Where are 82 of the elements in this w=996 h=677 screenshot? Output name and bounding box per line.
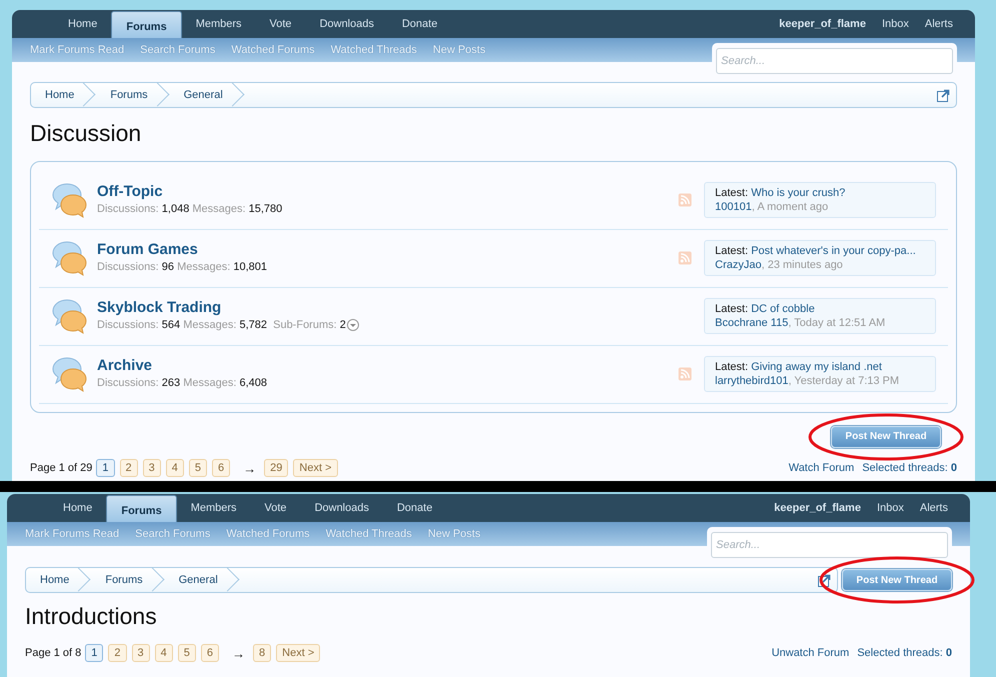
page-link[interactable]: 6 bbox=[212, 459, 230, 478]
latest-label: Latest: bbox=[715, 245, 748, 258]
selected-threads-link[interactable]: Selected threads: 0 bbox=[857, 645, 952, 662]
latest-label: Latest: bbox=[715, 361, 748, 374]
breadcrumb-link[interactable]: Home bbox=[31, 83, 96, 107]
next-page-link[interactable]: Next > bbox=[293, 459, 338, 478]
page-link[interactable]: 5 bbox=[178, 644, 196, 662]
breadcrumb-link[interactable]: Home bbox=[26, 568, 92, 592]
thread-link[interactable]: Giving away my island .net bbox=[751, 361, 882, 374]
search-field[interactable]: Search... bbox=[716, 48, 953, 74]
username-link[interactable]: CrazyJao bbox=[715, 259, 762, 272]
thread-link[interactable]: DC of cobble bbox=[751, 303, 815, 316]
watch-forum-link[interactable]: Watch Forum bbox=[788, 460, 854, 477]
nav-link[interactable]: Inbox bbox=[868, 497, 912, 519]
page-link[interactable]: 2 bbox=[120, 459, 138, 478]
search-field[interactable]: Search... bbox=[711, 532, 948, 558]
username-link[interactable]: 100101 bbox=[715, 201, 752, 214]
speech-bubbles-icon bbox=[51, 181, 89, 220]
breadcrumb-link[interactable]: Forums bbox=[96, 83, 170, 107]
nav-tab[interactable]: Vote bbox=[256, 13, 306, 35]
forum-stats: Discussions: 564 Messages: 5,782 Sub-Forums: 2 bbox=[97, 318, 346, 334]
nav-tab[interactable]: Forums bbox=[106, 495, 177, 522]
nav-link[interactable]: Alerts bbox=[912, 497, 956, 519]
post-time: , Today at 12:51 AM bbox=[788, 317, 886, 330]
forum-stats: Discussions: 1,048 Messages: 15,780 bbox=[97, 202, 282, 218]
selected-threads-link[interactable]: Selected threads: 0 bbox=[862, 460, 957, 477]
page-count: Page 1 of 8 bbox=[25, 646, 82, 662]
page-link[interactable]: 1 bbox=[96, 459, 115, 478]
username-link[interactable]: keeper_of_flame bbox=[771, 13, 874, 35]
nav-tab[interactable]: Donate bbox=[382, 497, 446, 519]
nav-tab[interactable]: Home bbox=[49, 497, 106, 519]
breadcrumb-link[interactable]: Forums bbox=[91, 568, 165, 592]
username-link[interactable]: larrythebird101 bbox=[715, 375, 788, 388]
post-time: , Yesterday at 7:13 PM bbox=[788, 375, 900, 388]
next-page-link[interactable]: Next > bbox=[276, 644, 320, 662]
thread-link[interactable]: Post whatever's in your copy-pa... bbox=[751, 245, 916, 258]
breadcrumb-link[interactable]: General bbox=[170, 83, 245, 107]
speech-bubbles-icon bbox=[51, 297, 89, 336]
forum-title-link[interactable]: Archive bbox=[97, 356, 152, 375]
page-title: Discussion bbox=[30, 120, 142, 148]
page-count: Page 1 of 29 bbox=[30, 461, 92, 476]
nav-tab[interactable]: Vote bbox=[250, 497, 301, 519]
expand-icon bbox=[937, 88, 950, 102]
nav-tab[interactable]: Downloads bbox=[306, 13, 388, 35]
breadcrumb-link[interactable]: General bbox=[164, 568, 240, 592]
latest-label: Latest: bbox=[715, 187, 748, 200]
forum-stats: Discussions: 263 Messages: 6,408 bbox=[97, 376, 267, 392]
latest-label: Latest: bbox=[715, 303, 748, 316]
page-link[interactable]: 6 bbox=[200, 644, 220, 662]
page-title: Introductions bbox=[25, 603, 158, 631]
page-jump-arrow: → bbox=[243, 460, 256, 478]
page-link[interactable]: 2 bbox=[108, 644, 127, 662]
speech-bubbles-icon bbox=[51, 239, 89, 278]
nav-tab[interactable]: Downloads bbox=[300, 497, 383, 519]
page-link[interactable]: 29 bbox=[264, 459, 288, 478]
dropdown-icon bbox=[346, 319, 359, 332]
post-time: , A moment ago bbox=[752, 201, 828, 214]
forum-title-link[interactable]: Skyblock Trading bbox=[97, 298, 222, 317]
page-link[interactable]: 8 bbox=[253, 644, 272, 662]
page-link[interactable]: 3 bbox=[132, 644, 150, 662]
post-time: , 23 minutes ago bbox=[761, 259, 843, 272]
nav-tab[interactable]: Members bbox=[182, 13, 256, 35]
thread-link[interactable]: Who is your crush? bbox=[751, 187, 846, 200]
nav-tab[interactable]: Home bbox=[54, 13, 112, 35]
username-link[interactable]: keeper_of_flame bbox=[766, 497, 869, 519]
nav-link[interactable]: Alerts bbox=[916, 13, 961, 35]
nav-link[interactable]: Inbox bbox=[874, 13, 917, 35]
nav-tab[interactable]: Donate bbox=[388, 13, 452, 35]
speech-bubbles-icon bbox=[51, 355, 89, 394]
watch-forum-link[interactable]: Unwatch Forum bbox=[772, 645, 850, 662]
page-link[interactable]: 1 bbox=[85, 644, 104, 662]
nav-tab[interactable]: Forums bbox=[111, 11, 182, 38]
forum-stats: Discussions: 96 Messages: 10,801 bbox=[97, 260, 268, 276]
page-jump-arrow: → bbox=[232, 644, 246, 663]
username-link[interactable]: Bcochrane 115 bbox=[715, 317, 788, 330]
forum-title-link[interactable]: Forum Games bbox=[97, 240, 198, 259]
nav-tab[interactable]: Members bbox=[176, 497, 251, 519]
page-link[interactable]: 3 bbox=[142, 459, 161, 478]
forum-title-link[interactable]: Off-Topic bbox=[97, 182, 163, 201]
page-link[interactable]: 4 bbox=[166, 459, 184, 478]
page-link[interactable]: 5 bbox=[188, 459, 208, 478]
page-link[interactable]: 4 bbox=[154, 644, 173, 662]
